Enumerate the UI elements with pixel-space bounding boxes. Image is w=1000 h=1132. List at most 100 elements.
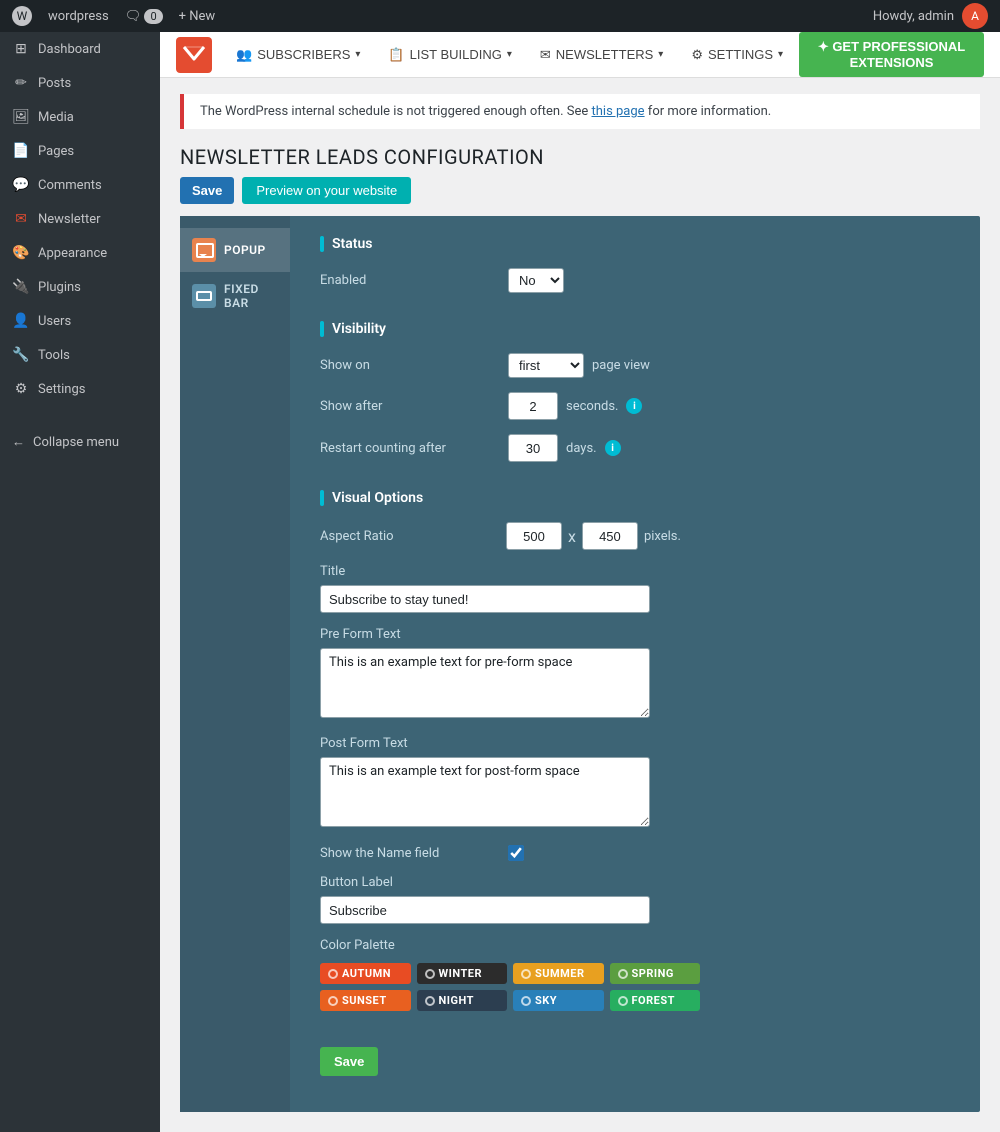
palette-winter[interactable]: WINTER [417,963,508,984]
media-icon: 🖼 [12,108,30,126]
aspect-height-input[interactable] [582,522,638,550]
list-building-nav[interactable]: 📋 LIST BUILDING ▾ [376,41,523,69]
title-field-group: Title [320,564,950,613]
pixels-text: pixels. [644,529,681,544]
visual-section: Visual Options Aspect Ratio x pixels. Ti… [320,490,950,1011]
wp-logo: W [12,6,32,26]
newsletters-icon: ✉ [540,47,551,63]
post-form-textarea[interactable]: This is an example text for post-form sp… [320,757,650,827]
aspect-width-input[interactable] [506,522,562,550]
newsletter-icon: ✉ [12,210,30,228]
sidebar-item-settings[interactable]: ⚙ Settings [0,372,160,406]
palette-dot-forest [618,996,628,1006]
sidebar-item-appearance[interactable]: 🎨 Appearance [0,236,160,270]
get-pro-button[interactable]: ✦ GET PROFESSIONAL EXTENSIONS [799,32,984,77]
visibility-section-title: Visibility [320,321,950,337]
palette-night[interactable]: NIGHT [417,990,508,1011]
title-field-label: Title [320,564,950,579]
fixed-bar-icon [192,284,216,308]
save-button-bottom[interactable]: Save [320,1047,378,1076]
plugins-icon: 🔌 [12,278,30,296]
page-title: NEWSLETTER LEADS CONFIGURATION [180,145,980,169]
palette-autumn[interactable]: AUTUMN [320,963,411,984]
palette-sky[interactable]: SKY [513,990,604,1011]
show-after-info-icon[interactable]: i [626,398,642,414]
show-after-row: Show after seconds. i [320,392,950,420]
tab-fixed-bar[interactable]: FIXED BAR [180,272,290,320]
days-text: days. [566,441,597,456]
color-palette-group: Color Palette AUTUMN WINTERSUMMER SPRING SU… [320,938,950,1011]
sidebar-item-tools[interactable]: 🔧 Tools [0,338,160,372]
sidebar-item-comments[interactable]: 💬 Comments [0,168,160,202]
comments-link[interactable]: 🗨 0 [125,9,163,24]
palette-dot-night [425,996,435,1006]
restart-info-icon[interactable]: i [605,440,621,456]
pages-icon: 📄 [12,142,30,160]
settings-nav[interactable]: ⚙ SETTINGS ▾ [679,41,795,69]
sidebar-item-newsletter[interactable]: ✉ Newsletter [0,202,160,236]
color-palette-label: Color Palette [320,938,950,953]
admin-bar: W wordpress 🗨 0 + New Howdy, admin A [0,0,1000,32]
new-content-link[interactable]: + New [179,9,216,24]
dashboard-icon: ⊞ [12,40,30,58]
show-name-checkbox[interactable] [508,845,524,861]
show-on-label: Show on [320,358,500,373]
post-form-label: Post Form Text [320,736,950,751]
palette-forest[interactable]: FOREST [610,990,701,1011]
content-area: Status Enabled No Yes Visibility Show on [290,216,980,1112]
pre-form-textarea[interactable]: This is an example text for pre-form spa… [320,648,650,718]
show-name-label: Show the Name field [320,846,500,861]
restart-label: Restart counting after [320,441,500,456]
palette-dot-spring [618,969,628,979]
pre-form-field-group: Pre Form Text This is an example text fo… [320,627,950,722]
pre-form-label: Pre Form Text [320,627,950,642]
page-view-text: page view [592,358,650,373]
preview-button[interactable]: Preview on your website [242,177,411,204]
restart-input[interactable] [508,434,558,462]
aspect-x-text: x [568,527,576,546]
subscribers-nav[interactable]: 👥 SUBSCRIBERS ▾ [224,41,372,69]
avatar: A [962,3,988,29]
tab-popup[interactable]: POPUP [180,228,290,272]
list-building-caret: ▾ [507,49,512,60]
show-after-input[interactable] [508,392,558,420]
list-building-icon: 📋 [388,47,404,63]
visual-section-title: Visual Options [320,490,950,506]
site-name[interactable]: wordpress [48,9,109,24]
show-name-field-row: Show the Name field [320,845,950,861]
button-label-input[interactable] [320,896,650,924]
sidebar-item-media[interactable]: 🖼 Media [0,100,160,134]
palette-dot-summer [521,969,531,979]
show-on-select[interactable]: first second third [508,353,584,378]
palette-summer[interactable]: SUMMER [513,963,604,984]
palette-sunset[interactable]: SUNSET [320,990,411,1011]
sidebar-item-posts[interactable]: ✏ Posts [0,66,160,100]
main-panel: POPUP FIXED BAR Status Enabled [180,216,980,1112]
aspect-ratio-label: Aspect Ratio [320,529,500,544]
subscribers-icon: 👥 [236,47,252,63]
title-input[interactable] [320,585,650,613]
palette-spring[interactable]: SPRING [610,963,701,984]
plugin-navbar: 👥 SUBSCRIBERS ▾ 📋 LIST BUILDING ▾ ✉ NEWS… [160,32,1000,78]
sidebar-item-users[interactable]: 👤 Users [0,304,160,338]
popup-shape-icon [196,243,212,257]
posts-icon: ✏ [12,74,30,92]
newsletters-nav[interactable]: ✉ NEWSLETTERS ▾ [528,41,675,69]
restart-row: Restart counting after days. i [320,434,950,462]
status-section: Status Enabled No Yes [320,236,950,293]
save-button-top[interactable]: Save [180,177,234,204]
sidebar-item-dashboard[interactable]: ⊞ Dashboard [0,32,160,66]
sidebar-item-plugins[interactable]: 🔌 Plugins [0,270,160,304]
appearance-icon: 🎨 [12,244,30,262]
button-label-group: Button Label [320,875,950,924]
sidebar-item-pages[interactable]: 📄 Pages [0,134,160,168]
palette-grid: AUTUMN WINTERSUMMER SPRING SUNSET NIGHTSKY FO… [320,963,700,1011]
howdy-text: Howdy, admin [873,9,954,24]
notice-link[interactable]: this page [592,104,645,119]
palette-dot-sunset [328,996,338,1006]
palette-dot-sky [521,996,531,1006]
aspect-ratio-row: Aspect Ratio x pixels. [320,522,950,550]
enabled-select[interactable]: No Yes [508,268,564,293]
collapse-menu-button[interactable]: ← Collapse menu [0,426,160,458]
plugin-logo [176,37,212,73]
